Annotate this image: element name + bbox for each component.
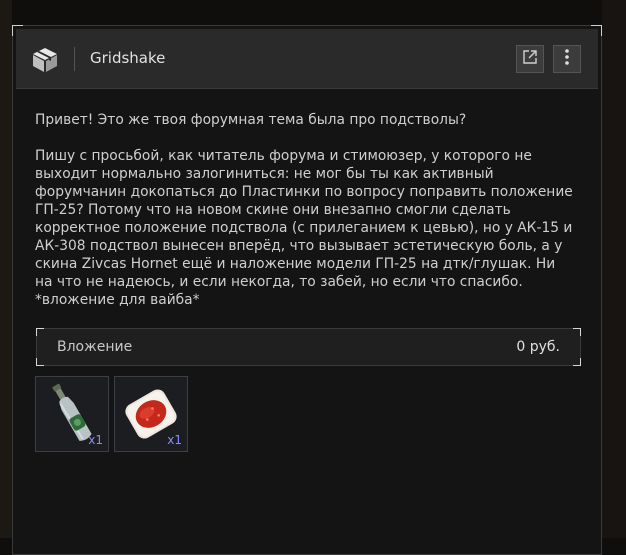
external-link-icon: [522, 49, 538, 69]
package-box-icon: [31, 46, 59, 74]
attachment-value: 0 руб.: [516, 339, 560, 355]
attachment-label: Вложение: [57, 339, 133, 355]
attached-item-vodka[interactable]: x1: [35, 376, 109, 452]
header-divider: [74, 47, 75, 71]
window-header: Gridshake: [16, 29, 598, 89]
attachment-bar: Вложение 0 руб.: [36, 328, 581, 366]
more-menu-button[interactable]: [553, 45, 581, 73]
window-title: Gridshake: [90, 49, 166, 67]
message-window: Gridshake Привет! Это же твоя форумная т…: [12, 25, 602, 555]
more-vertical-icon: [564, 48, 570, 70]
item-quantity: x1: [167, 433, 182, 447]
background-right-panel: [602, 0, 626, 538]
attached-item-sandwich[interactable]: x1: [114, 376, 188, 452]
background-left-panel: [0, 0, 12, 538]
open-external-button[interactable]: [516, 45, 544, 73]
item-quantity: x1: [88, 433, 103, 447]
message-body: Привет! Это же твоя форумная тема была п…: [35, 112, 573, 308]
